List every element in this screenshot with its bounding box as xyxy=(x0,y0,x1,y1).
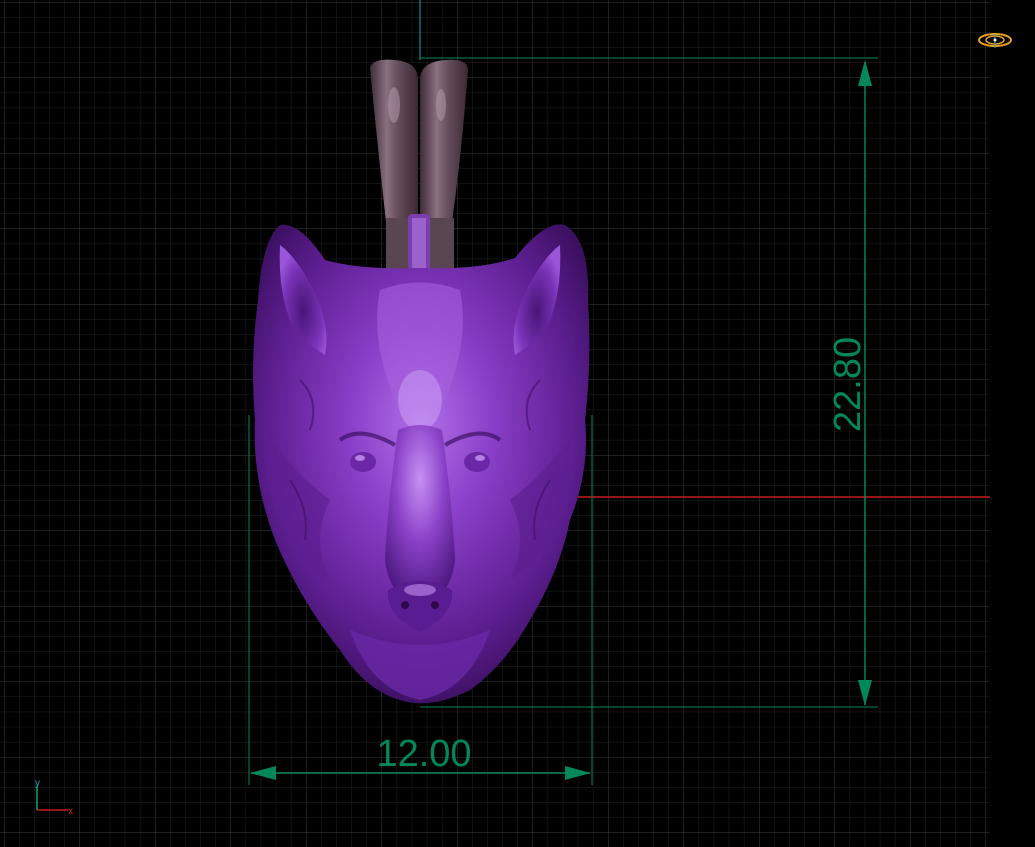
triad-y-label: y xyxy=(35,778,40,789)
viewport-canvas[interactable]: 22.80 12.00 x y xyxy=(0,0,1035,847)
front-viewport[interactable]: 22.80 12.00 x y xyxy=(0,0,1035,847)
triad-x-label: x xyxy=(68,806,73,817)
width-dimension-label: 12.00 xyxy=(376,733,471,775)
view-gumball-icon[interactable] xyxy=(977,30,1013,50)
height-dimension-label: 22.80 xyxy=(827,337,869,432)
